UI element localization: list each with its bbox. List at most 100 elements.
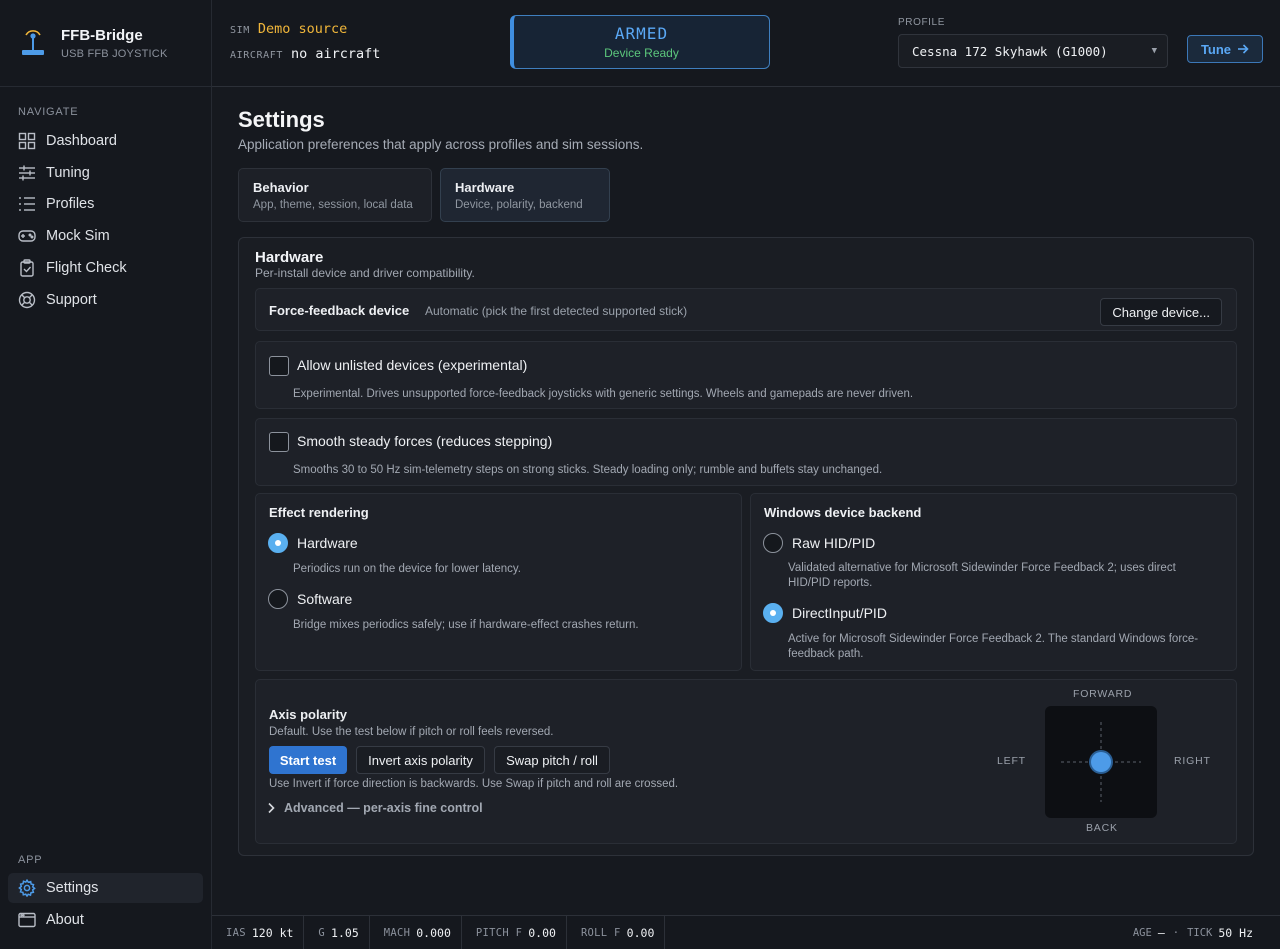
sidebar-item-settings[interactable]: Settings (8, 873, 203, 903)
smooth-forces-label[interactable]: Smooth steady forces (reduces stepping) (297, 433, 552, 449)
sidebar-item-support[interactable]: Support (8, 285, 203, 315)
radio-software[interactable] (268, 589, 288, 609)
status-right: AGE — · TICK 50 Hz (1133, 916, 1253, 949)
status-title: ARMED (614, 24, 669, 43)
sidebar-item-about[interactable]: About (8, 905, 203, 935)
lifebuoy-icon (18, 291, 36, 309)
swap-pitch-roll-button[interactable]: Swap pitch / roll (494, 746, 610, 774)
backend-panel: Windows device backend Raw HID/PID Valid… (750, 493, 1237, 671)
tick-value: 50 Hz (1218, 926, 1253, 940)
app-heading: APP (18, 854, 43, 866)
allow-unlisted-row: Allow unlisted devices (experimental) Ex… (255, 341, 1237, 409)
effect-rendering-title: Effect rendering (269, 505, 369, 520)
advanced-toggle[interactable]: Advanced — per-axis fine control (266, 801, 483, 815)
status-bar: IAS 120 kt G 1.05 MACH 0.000 PITCH F 0.00 RO… (212, 915, 1280, 949)
invert-axis-button[interactable]: Invert axis polarity (356, 746, 485, 774)
device-value: Automatic (pick the first detected suppo… (425, 304, 688, 318)
back-label: BACK (1086, 822, 1118, 834)
hardware-title: Hardware (255, 249, 324, 266)
device-row: Force-feedback device Automatic (pick th… (255, 288, 1237, 331)
tune-label: Tune (1200, 41, 1232, 57)
chevron-right-icon (268, 802, 275, 814)
sidebar-item-mock-sim[interactable]: Mock Sim (8, 221, 203, 251)
stick-position-pad (1045, 706, 1157, 818)
tab-desc: App, theme, session, local data (253, 199, 413, 211)
status-key: PITCH F (475, 926, 523, 939)
axis-hint: Use Invert if force direction is backwar… (269, 778, 679, 790)
status-g: G 1.05 (304, 915, 370, 949)
radio-hardware[interactable] (268, 533, 288, 553)
joystick-logo-icon (22, 30, 44, 55)
brand-subtitle: USB FFB JOYSTICK (61, 47, 168, 60)
radio-directinput-desc: Active for Microsoft Sidewinder Force Fe… (788, 633, 1199, 660)
age-value: — (1157, 926, 1165, 940)
radio-raw-hid-label[interactable]: Raw HID/PID (792, 535, 875, 551)
smooth-forces-checkbox[interactable] (269, 432, 289, 452)
tab-title: Behavior (253, 180, 309, 195)
sidebar-item-profiles[interactable]: Profiles (8, 189, 203, 219)
sim-label: SIM (230, 25, 250, 36)
allow-unlisted-label[interactable]: Allow unlisted devices (experimental) (297, 357, 527, 373)
profile-select[interactable]: Cessna 172 Skyhawk (G1000) ▼ (898, 34, 1168, 68)
radio-software-desc: Bridge mixes periodics safely; use if ha… (293, 619, 639, 631)
aircraft-value: no aircraft (290, 46, 381, 62)
tab-title: Hardware (455, 180, 515, 195)
allow-unlisted-desc: Experimental. Drives unsupported force-f… (293, 388, 914, 400)
status-key: ROLL F (580, 926, 621, 939)
smooth-forces-desc: Smooths 30 to 50 Hz sim-telemetry steps … (293, 464, 883, 476)
radio-software-label[interactable]: Software (297, 591, 352, 607)
clipboard-check-icon (20, 259, 34, 277)
device-label: Force-feedback device (269, 303, 410, 318)
radio-raw-hid[interactable] (763, 533, 783, 553)
aircraft-info: AIRCRAFT no aircraft (230, 46, 380, 62)
radio-hardware-label[interactable]: Hardware (297, 535, 358, 551)
sidebar-item-label: Profiles (46, 196, 95, 212)
effect-rendering-panel: Effect rendering Hardware Periodics run … (255, 493, 742, 671)
change-device-button[interactable]: Change device... (1100, 298, 1222, 326)
age-label: AGE (1132, 927, 1152, 939)
status-ias: IAS 120 kt (212, 915, 305, 949)
status-key: MACH (383, 926, 411, 939)
gear-icon (18, 879, 36, 897)
status-value: 0.000 (416, 925, 451, 940)
dashboard-icon (18, 132, 36, 150)
page-subtitle: Application preferences that apply acros… (238, 137, 644, 152)
page-title: Settings (238, 107, 325, 132)
tick-label: TICK (1187, 927, 1213, 939)
advanced-label: Advanced — per-axis fine control (284, 801, 483, 815)
sidebar-item-label: Tuning (46, 165, 90, 181)
sliders-icon (19, 165, 35, 181)
status-key: IAS (226, 926, 246, 939)
window-icon (18, 912, 36, 928)
sidebar-item-label: Flight Check (46, 260, 127, 276)
radio-directinput[interactable] (763, 603, 783, 623)
tab-desc: Device, polarity, backend (455, 199, 583, 211)
axis-polarity-subtitle: Default. Use the test below if pitch or … (269, 726, 554, 738)
sidebar-item-label: Support (46, 292, 97, 308)
backend-title: Windows device backend (764, 505, 922, 520)
tab-hardware[interactable]: Hardware Device, polarity, backend (440, 168, 610, 222)
radio-directinput-label[interactable]: DirectInput/PID (792, 605, 887, 621)
armed-status[interactable]: ARMED Device Ready (510, 15, 770, 69)
radio-hardware-desc: Periodics run on the device for lower la… (293, 563, 521, 575)
sidebar-item-tuning[interactable]: Tuning (8, 158, 203, 188)
profile-label: PROFILE (898, 17, 945, 28)
sidebar-item-label: About (46, 912, 84, 928)
status-separator: · (1172, 927, 1180, 939)
status-roll-force: ROLL F 0.00 (567, 915, 666, 949)
status-value: 1.05 (331, 925, 359, 940)
sidebar-item-label: Dashboard (46, 133, 117, 149)
status-key: G (318, 926, 326, 939)
status-value: 120 kt (251, 925, 294, 940)
start-test-button[interactable]: Start test (269, 746, 347, 774)
nav-heading: NAVIGATE (18, 106, 79, 118)
sidebar: FFB-Bridge USB FFB JOYSTICK NAVIGATE Das… (0, 0, 212, 949)
allow-unlisted-checkbox[interactable] (269, 356, 289, 376)
tune-button[interactable]: Tune (1187, 35, 1263, 63)
sidebar-item-label: Settings (46, 880, 99, 896)
tab-behavior[interactable]: Behavior App, theme, session, local data (238, 168, 432, 222)
axis-polarity-panel: Axis polarity Default. Use the test belo… (255, 679, 1237, 844)
chevron-down-icon: ▼ (1151, 46, 1157, 56)
sidebar-item-dashboard[interactable]: Dashboard (8, 126, 203, 156)
sidebar-item-flight-check[interactable]: Flight Check (8, 253, 203, 283)
